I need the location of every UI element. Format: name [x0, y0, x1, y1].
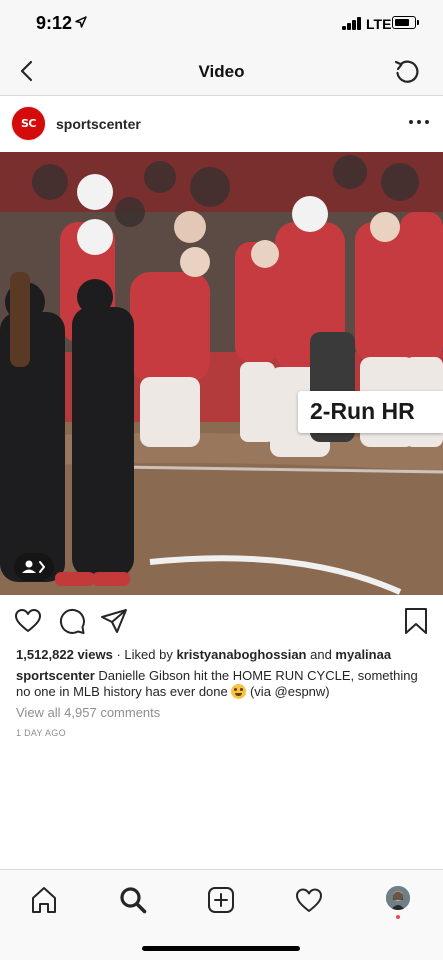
exploding-head-emoji-icon — [231, 684, 247, 699]
post-caption: sportscenter Danielle Gibson hit the HOM… — [16, 668, 431, 700]
bottom-tab-bar — [0, 869, 443, 960]
liked-and: and — [306, 647, 336, 662]
battery-icon — [392, 16, 419, 29]
post-header: SC sportscenter — [0, 97, 443, 151]
home-indicator[interactable] — [142, 946, 300, 951]
signal-strength-icon — [342, 17, 362, 30]
post-username[interactable]: sportscenter — [56, 116, 141, 132]
user-tag-icon[interactable] — [14, 553, 54, 581]
home-icon[interactable] — [29, 885, 59, 915]
location-arrow-icon — [75, 16, 87, 28]
views-and-likes: 1,512,822 views · Liked by kristyanabogh… — [16, 647, 431, 662]
liked-user-link[interactable]: myalinaa — [335, 647, 391, 662]
page-title: Video — [198, 62, 245, 81]
nav-header: Video — [0, 46, 443, 96]
video-player[interactable]: 2-Run HR — [0, 152, 443, 595]
liked-user-link[interactable]: kristyanaboghossian — [176, 647, 306, 662]
video-overlay-banner: 2-Run HR — [298, 391, 443, 433]
more-icon[interactable] — [408, 117, 430, 127]
avatar-logo-text: SC — [21, 117, 37, 130]
status-bar: 9:12 LTE — [0, 0, 443, 46]
profile-avatar[interactable] — [386, 886, 410, 910]
liked-by-prefix: · Liked by — [112, 647, 177, 662]
heart-activity-icon[interactable] — [294, 885, 324, 915]
video-overlay-text: 2-Run HR — [310, 398, 415, 424]
send-icon[interactable] — [100, 607, 128, 635]
post-timestamp: 1 DAY AGO — [16, 728, 66, 738]
status-time: 9:12 — [36, 13, 73, 33]
post-actions — [0, 596, 443, 646]
view-count[interactable]: 1,512,822 views — [16, 647, 113, 662]
comment-icon[interactable] — [58, 607, 86, 635]
account-avatar[interactable]: SC — [11, 106, 46, 141]
refresh-icon[interactable] — [392, 56, 422, 86]
view-comments-link[interactable]: View all 4,957 comments — [16, 705, 160, 720]
caption-username[interactable]: sportscenter — [16, 668, 95, 683]
network-type: LTE — [366, 16, 392, 32]
search-icon[interactable] — [118, 885, 148, 915]
caption-via[interactable]: (via @espnw) — [246, 684, 330, 699]
notification-dot — [396, 915, 400, 919]
new-post-icon[interactable] — [206, 885, 236, 915]
heart-icon[interactable] — [14, 607, 42, 635]
video-frame — [0, 152, 443, 595]
bookmark-icon[interactable] — [402, 607, 430, 635]
